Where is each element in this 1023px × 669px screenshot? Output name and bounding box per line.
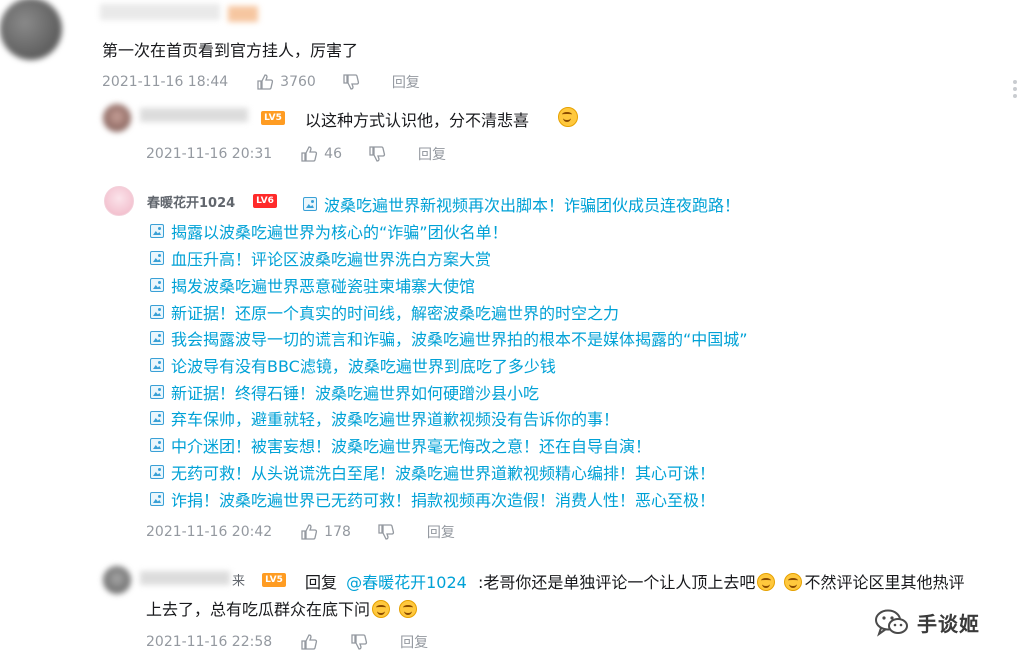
dislike-button[interactable] bbox=[368, 145, 392, 163]
image-icon bbox=[150, 278, 164, 292]
image-icon bbox=[150, 358, 164, 372]
video-link[interactable]: 新证据！终得石锤！波桑吃遍世界如何硬蹭沙县小吃 bbox=[150, 380, 539, 404]
image-icon bbox=[150, 411, 164, 425]
more-options-icon[interactable] bbox=[1010, 80, 1018, 100]
image-icon bbox=[150, 465, 164, 479]
video-link[interactable]: 我会揭露波导一切的谎言和诈骗，波桑吃遍世界拍的根本不是媒体揭露的“中国城” bbox=[150, 326, 748, 350]
timestamp: 2021-11-16 22:58 bbox=[146, 634, 273, 650]
thumbs-up-icon bbox=[301, 524, 318, 540]
timestamp: 2021-11-16 18:44 bbox=[102, 74, 229, 90]
timestamp: 2021-11-16 20:31 bbox=[146, 146, 273, 162]
like-button[interactable]: 46 bbox=[300, 145, 342, 163]
username-tail: 来 bbox=[232, 574, 246, 589]
video-link[interactable]: 中介迷团！被害妄想！波桑吃遍世界毫无悔改之意！还在自导自演！ bbox=[150, 433, 651, 457]
thumbs-up-icon bbox=[257, 74, 274, 90]
like-count: 3760 bbox=[280, 74, 316, 90]
video-link[interactable]: 无药可救！从头说谎洗白至尾！波桑吃遍世界道歉视频精心编排！其心可诛！ bbox=[150, 460, 715, 484]
like-count: 178 bbox=[324, 524, 351, 540]
image-icon bbox=[150, 224, 164, 238]
image-icon bbox=[303, 197, 317, 211]
username-blurred[interactable] bbox=[140, 108, 248, 122]
watermark-label: 手谈姬 bbox=[917, 612, 980, 636]
like-count: 46 bbox=[324, 146, 342, 162]
thumbs-down-icon bbox=[378, 524, 394, 540]
level-badge: LV5 bbox=[261, 111, 285, 125]
badge-blurred bbox=[228, 6, 258, 22]
reply-text-line-1: 回复 @春暖花开1024 :老哥你还是单独评论一个让人顶上去吧 不然评论区里其他… bbox=[305, 569, 964, 593]
reply-button[interactable]: 回复 bbox=[418, 144, 446, 164]
image-icon bbox=[150, 251, 164, 265]
video-link[interactable]: 论波导有没有BBC滤镜，波桑吃遍世界到底吃了多少钱 bbox=[150, 353, 556, 377]
avatar[interactable] bbox=[103, 104, 131, 132]
avatar[interactable] bbox=[104, 186, 134, 216]
avatar[interactable] bbox=[0, 0, 62, 60]
comment-text: 上去了，总有吃瓜群众在底下问 bbox=[146, 600, 371, 619]
comment-text: :老哥你还是单独评论一个让人顶上去吧 bbox=[477, 573, 756, 592]
crying-laugh-emoji-icon bbox=[757, 573, 776, 591]
username-blurred[interactable] bbox=[140, 571, 230, 585]
comment-text: 以这种方式认识他，分不清悲喜 bbox=[305, 111, 530, 130]
reply-text-line-2: 上去了，总有吃瓜群众在底下问 bbox=[146, 596, 419, 620]
level-badge: LV5 bbox=[262, 573, 286, 587]
username[interactable]: 春暖花开1024 bbox=[147, 192, 235, 211]
crying-laugh-emoji-icon bbox=[784, 573, 803, 591]
mention-link[interactable]: @春暖花开1024 bbox=[346, 573, 467, 592]
reply-button[interactable]: 回复 bbox=[400, 632, 428, 652]
reply-button[interactable]: 回复 bbox=[392, 72, 420, 92]
video-link[interactable]: 诈捐！波桑吃遍世界已无药可救！捐款视频再次造假！消费人性！恶心至极！ bbox=[150, 487, 715, 511]
thumbs-down-icon bbox=[369, 146, 386, 162]
watermark: 手谈姬 bbox=[875, 608, 980, 637]
reply-prefix: 回复 bbox=[305, 573, 338, 592]
comment-text: 第一次在首页看到官方挂人，厉害了 bbox=[102, 41, 359, 60]
comment-meta: 2021-11-16 22:58 回复 bbox=[146, 632, 428, 652]
image-icon bbox=[150, 305, 164, 319]
dislike-button[interactable] bbox=[377, 523, 401, 541]
video-link[interactable]: 弃车保帅，避重就轻，波桑吃遍世界道歉视频没有告诉你的事！ bbox=[150, 406, 619, 430]
thumbs-up-icon bbox=[301, 146, 318, 162]
reply-button[interactable]: 回复 bbox=[427, 522, 455, 542]
image-icon bbox=[150, 385, 164, 399]
username-blurred[interactable] bbox=[100, 4, 220, 20]
video-link[interactable]: 波桑吃遍世界新视频再次出脚本！诈骗团伙成员连夜跑路！ bbox=[303, 192, 740, 216]
crying-laugh-emoji-icon bbox=[372, 600, 391, 618]
avatar[interactable] bbox=[103, 566, 131, 594]
comment-text: 不然评论区里其他热评 bbox=[804, 573, 965, 592]
thumbs-up-icon bbox=[301, 634, 318, 650]
dislike-button[interactable] bbox=[342, 73, 366, 91]
video-link[interactable]: 血压升高！评论区波桑吃遍世界洗白方案大赏 bbox=[150, 246, 491, 270]
like-button[interactable]: 3760 bbox=[256, 73, 316, 91]
embarrassed-emoji-icon bbox=[558, 107, 578, 127]
comment-meta: 2021-11-16 20:31 46 回复 bbox=[146, 144, 446, 164]
image-icon bbox=[150, 492, 164, 506]
like-button[interactable] bbox=[300, 633, 324, 651]
comment-meta: 2021-11-16 20:42 178 回复 bbox=[146, 522, 455, 542]
wechat-icon bbox=[875, 609, 908, 637]
thumbs-down-icon bbox=[343, 74, 359, 90]
image-icon bbox=[150, 331, 164, 345]
timestamp: 2021-11-16 20:42 bbox=[146, 524, 273, 540]
video-link[interactable]: 揭发波桑吃遍世界恶意碰瓷驻柬埔寨大使馆 bbox=[150, 273, 475, 297]
image-icon bbox=[150, 438, 164, 452]
video-link[interactable]: 揭露以波桑吃遍世界为核心的“诈骗”团伙名单！ bbox=[150, 219, 508, 243]
video-link[interactable]: 新证据！还原一个真实的时间线，解密波桑吃遍世界的时空之力 bbox=[150, 300, 619, 324]
dislike-button[interactable] bbox=[350, 633, 374, 651]
crying-laugh-emoji-icon bbox=[399, 600, 418, 618]
thumbs-down-icon bbox=[351, 634, 368, 650]
like-button[interactable]: 178 bbox=[300, 523, 351, 541]
comment-meta: 2021-11-16 18:44 3760 回复 bbox=[102, 72, 420, 92]
level-badge: LV6 bbox=[253, 194, 277, 208]
